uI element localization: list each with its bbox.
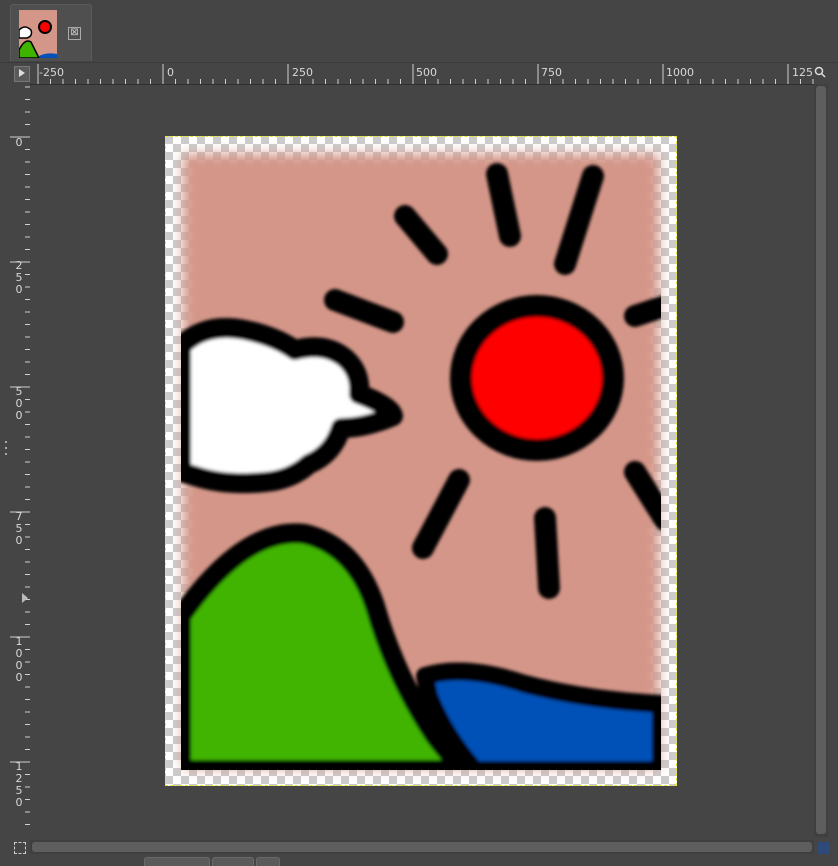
- horizontal-scrollbar[interactable]: [30, 840, 814, 854]
- ruler-label: 5 0 0: [15, 385, 23, 422]
- vertical-ruler-ticks: [10, 86, 30, 825]
- ruler-label: 750: [541, 66, 562, 79]
- navigate-icon[interactable]: [818, 842, 830, 854]
- triangle-menu-icon: [19, 69, 25, 77]
- ruler-label: 1 2 5 0: [15, 760, 23, 809]
- close-tab-icon[interactable]: ⊠: [68, 27, 81, 40]
- image-thumbnail-icon: [19, 10, 57, 58]
- expand-arrow-icon[interactable]: [22, 593, 28, 603]
- vertical-ruler[interactable]: 0 2 5 0 5 0 0 7 5 0 1 0 0 0 1 2 5 0: [10, 84, 31, 836]
- vertical-scrollbar-thumb[interactable]: [816, 86, 826, 834]
- horizontal-scrollbar-thumb[interactable]: [32, 842, 812, 852]
- image-tab[interactable]: ⊠: [10, 4, 92, 61]
- bottom-tab[interactable]: [144, 857, 210, 866]
- ruler-label: 0: [15, 136, 23, 149]
- quick-mask-icon[interactable]: [14, 842, 26, 854]
- ruler-label: 2 5 0: [15, 259, 23, 296]
- ruler-label: 250: [292, 66, 313, 79]
- dock-handle-icon[interactable]: [5, 447, 7, 449]
- ruler-menu-button[interactable]: [14, 66, 30, 82]
- horizontal-ruler[interactable]: -250 0 250 500 750 1000 125: [30, 64, 814, 85]
- zoom-icon[interactable]: [814, 66, 826, 78]
- image-boundary: [165, 136, 677, 786]
- ruler-label: 0: [167, 66, 174, 79]
- bottom-tab[interactable]: [256, 857, 280, 866]
- ruler-label: -250: [39, 66, 64, 79]
- ruler-label: 500: [416, 66, 437, 79]
- ruler-label: 1 0 0 0: [15, 635, 23, 684]
- image-tab-bar: ⊠: [0, 0, 838, 63]
- dock-handle-icon[interactable]: [5, 453, 7, 455]
- ruler-label: 125: [792, 66, 813, 79]
- ruler-label: 7 5 0: [15, 510, 23, 547]
- ruler-label: 1000: [666, 66, 694, 79]
- dock-handle-icon[interactable]: [5, 441, 7, 443]
- vertical-scrollbar[interactable]: [814, 84, 828, 837]
- bottom-tab[interactable]: [212, 857, 254, 866]
